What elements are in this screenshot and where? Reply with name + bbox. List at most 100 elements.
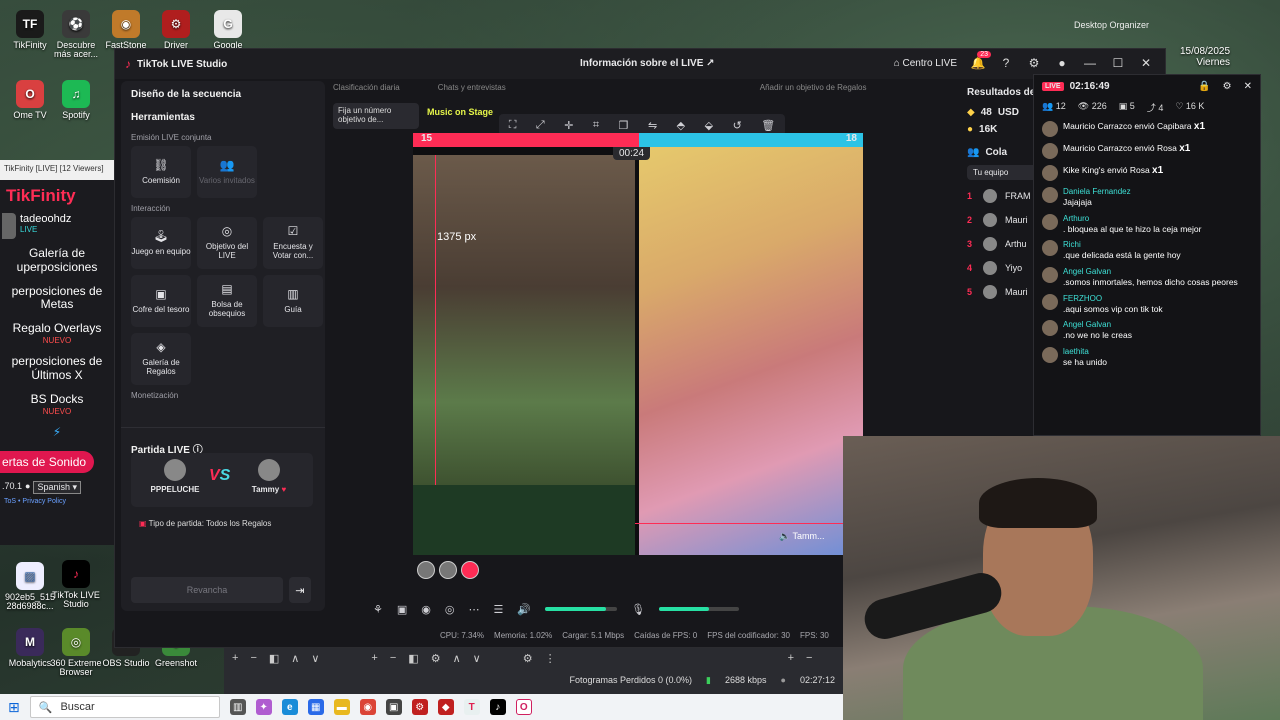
- speaker-volume-slider[interactable]: [545, 607, 618, 611]
- folder-icon[interactable]: ▬: [333, 699, 350, 715]
- record-icon: ●: [780, 675, 786, 685]
- camera-icon[interactable]: ◎: [445, 603, 455, 616]
- layer-up-icon[interactable]: ⬘: [677, 119, 685, 132]
- rotate-icon[interactable]: ↺: [733, 119, 742, 132]
- down-icon[interactable]: ∨: [311, 652, 319, 665]
- record-icon[interactable]: ◉: [421, 603, 431, 616]
- layer-down-icon[interactable]: ⬙: [705, 119, 713, 132]
- maximize-icon[interactable]: ☐: [1111, 56, 1125, 70]
- tikfinity-menu-item[interactable]: Galería de uperposiciones: [0, 242, 114, 280]
- chats-chip[interactable]: Chats y entrevistas: [438, 83, 506, 92]
- daily-ranking-chip[interactable]: Clasificación diaria: [333, 83, 400, 92]
- desktop-icon[interactable]: ◎ 360 Extreme Browser: [48, 628, 104, 678]
- desktop-icon[interactable]: G Google: [200, 10, 256, 50]
- windows-icon[interactable]: ⊞: [8, 699, 20, 716]
- flip-icon[interactable]: ⇋: [648, 119, 657, 132]
- close-icon[interactable]: ✕: [1244, 81, 1252, 92]
- sliders-icon[interactable]: ☰: [494, 603, 504, 616]
- up-icon[interactable]: ∧: [453, 652, 461, 665]
- language-select[interactable]: Spanish ▾: [33, 480, 82, 494]
- app-icon[interactable]: ▣: [385, 699, 402, 715]
- filter-icon[interactable]: ◧: [408, 652, 418, 665]
- mic-icon[interactable]: 🎙: [631, 603, 645, 616]
- tool-tile[interactable]: ⛓ Coemisión: [131, 146, 191, 198]
- add-icon[interactable]: +: [788, 652, 794, 665]
- tool-tile[interactable]: ◈ Galería de Regalos: [131, 333, 191, 385]
- centro-live-button[interactable]: ⌂ Centro LIVE: [894, 58, 957, 69]
- desktop-icon[interactable]: ⚙ Driver: [148, 10, 204, 50]
- magic-icon[interactable]: ⚘: [373, 603, 383, 616]
- bell-icon[interactable]: 🔔 23: [971, 51, 991, 70]
- music-on-stage[interactable]: Music on Stage: [427, 107, 493, 117]
- down-icon[interactable]: ∨: [473, 652, 481, 665]
- edge-icon[interactable]: e: [281, 699, 298, 715]
- tikfinity-menu-item[interactable]: perposiciones de Metas: [0, 280, 114, 318]
- store-icon[interactable]: ▦: [307, 699, 324, 715]
- fit-icon[interactable]: ⤢: [536, 119, 545, 132]
- lock-icon[interactable]: 🔒: [1198, 81, 1210, 92]
- battle-card[interactable]: PPPELUCHE VS Tammy ♥: [131, 453, 313, 507]
- fullscreen-icon[interactable]: ⛶: [509, 119, 517, 132]
- crop-icon[interactable]: ⌗: [593, 119, 599, 132]
- opera-icon[interactable]: O: [515, 699, 532, 715]
- rematch-button[interactable]: Revancha: [131, 577, 283, 603]
- gear-icon[interactable]: ⚙: [523, 652, 533, 665]
- trash-icon[interactable]: 🗑: [761, 119, 775, 132]
- more-icon[interactable]: ⋯: [469, 603, 480, 616]
- help-icon[interactable]: ?: [999, 56, 1013, 70]
- filter-icon[interactable]: ◧: [269, 652, 279, 665]
- center-icon[interactable]: ✛: [564, 119, 573, 132]
- remove-icon[interactable]: −: [390, 652, 396, 665]
- search-icon: 🔍: [38, 701, 53, 714]
- chrome-icon[interactable]: ◉: [359, 699, 376, 715]
- task-view-icon[interactable]: ▥: [229, 699, 246, 715]
- desktop-icon[interactable]: ⚽ Descubre más acer...: [48, 10, 104, 60]
- profile-avatar[interactable]: ●: [1055, 56, 1069, 70]
- remove-icon[interactable]: −: [806, 652, 812, 665]
- search-input[interactable]: 🔍 Buscar: [29, 696, 220, 718]
- screen-icon[interactable]: ▣: [397, 603, 407, 616]
- close-icon[interactable]: ✕: [1139, 56, 1153, 70]
- pin-goal-widget[interactable]: Fija un número objetivo de...: [333, 103, 419, 129]
- desktop-file[interactable]: ▨ 902eb5_515 28d6988c...: [2, 562, 58, 612]
- tos-links[interactable]: ToS • Privacy Policy: [0, 496, 114, 507]
- speaker-icon[interactable]: 🔊: [517, 603, 531, 616]
- app-icon[interactable]: ◆: [437, 699, 454, 715]
- copilot-icon[interactable]: ✦: [255, 699, 272, 715]
- tikfinity-menu-item[interactable]: BS Docks NUEVO: [0, 388, 114, 421]
- sequence-design-link[interactable]: Diseño de la secuencia: [121, 81, 325, 104]
- gear-icon[interactable]: ⚙: [1027, 56, 1041, 70]
- tool-tile[interactable]: ▣ Cofre del tesoro: [131, 275, 191, 327]
- driver-icon[interactable]: ⚙: [411, 699, 428, 715]
- up-icon[interactable]: ∧: [291, 652, 299, 665]
- gear-icon[interactable]: ⚙: [431, 652, 441, 665]
- tool-tile[interactable]: ◎ Objetivo del LIVE: [197, 217, 257, 269]
- tool-tile[interactable]: 👥 Varios invitados: [197, 146, 257, 198]
- tiktok-icon[interactable]: ♪: [489, 699, 506, 715]
- tikfinity-menu-item[interactable]: perposiciones de Últimos X: [0, 350, 114, 388]
- mic-volume-slider[interactable]: [659, 607, 740, 611]
- live-info-title[interactable]: Información sobre el LIVE ↗: [580, 58, 715, 69]
- add-icon[interactable]: +: [232, 652, 238, 665]
- sound-alerts-button[interactable]: ertas de Sonido: [0, 450, 94, 473]
- tool-tile[interactable]: ▥ Guía: [263, 275, 323, 327]
- tikfinity-user[interactable]: tadeoohdz LIVE: [0, 210, 114, 242]
- tikfinity-icon[interactable]: T: [463, 699, 480, 715]
- interaction-heading: Interacción: [131, 204, 171, 213]
- remove-icon[interactable]: −: [250, 652, 256, 665]
- gear-icon[interactable]: ⚙: [1223, 81, 1232, 92]
- tool-tile[interactable]: ☑ Encuesta y Votar con...: [263, 217, 323, 269]
- tiktok-icon: ♪: [62, 560, 90, 588]
- tool-tile[interactable]: 🕹 Juego en equipo: [131, 217, 191, 269]
- tool-tile[interactable]: ▤ Bolsa de obsequios: [197, 275, 257, 327]
- exit-icon[interactable]: ⇥: [289, 577, 311, 603]
- lightning-icon: ⚡: [52, 424, 62, 439]
- minimize-icon[interactable]: —: [1083, 56, 1097, 70]
- more-icon[interactable]: ⋮: [545, 652, 556, 665]
- tikfinity-menu-item[interactable]: Regalo Overlays NUEVO: [0, 317, 114, 350]
- gift-goal-chip[interactable]: Añadir un objetivo de Regalos: [760, 83, 867, 92]
- desktop-icon[interactable]: ♫ Spotify: [48, 80, 104, 120]
- live-preview[interactable]: 15 18 00:24 1375 px: [413, 133, 863, 555]
- add-icon[interactable]: +: [371, 652, 377, 665]
- copy-icon[interactable]: ❐: [619, 119, 629, 132]
